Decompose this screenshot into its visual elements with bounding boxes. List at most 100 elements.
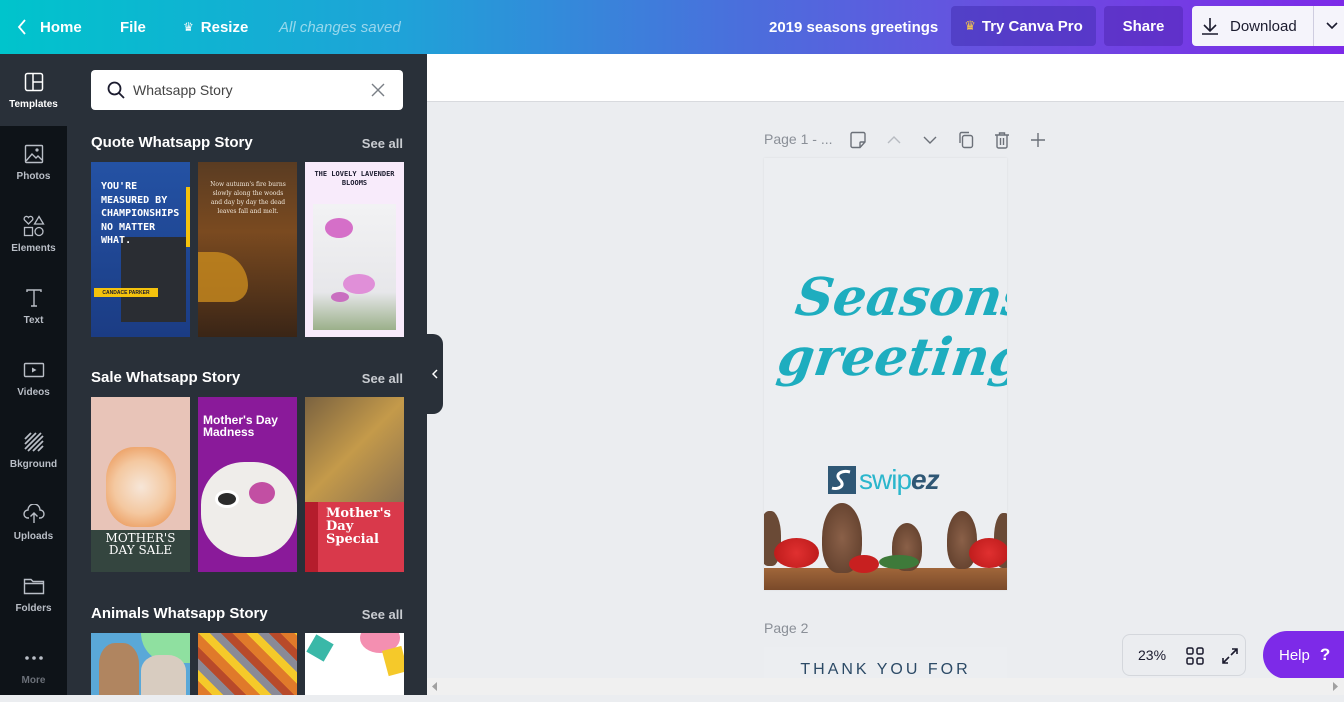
design-page-1[interactable]: Seasons greetings swip ez xyxy=(764,158,1007,590)
rail-item-uploads[interactable]: Uploads xyxy=(0,486,67,558)
add-note-button[interactable] xyxy=(846,128,870,152)
search-input[interactable] xyxy=(133,82,353,98)
thumb-text: MOTHER'S DAY SALE xyxy=(105,531,176,557)
download-divider xyxy=(1313,6,1314,46)
pinecones-image[interactable] xyxy=(764,503,1007,590)
template-thumb-sale-1[interactable]: MOTHER'S DAY SALE xyxy=(91,397,190,572)
save-status: All changes saved xyxy=(279,18,401,36)
more-dots-icon xyxy=(23,647,45,669)
template-thumb-animals-2[interactable] xyxy=(198,633,297,695)
rail-item-videos[interactable]: Videos xyxy=(0,342,67,414)
resize-button[interactable]: ♛ Resize xyxy=(183,0,248,54)
template-thumb-quote-2[interactable]: Now autumn's fire burns slowly along the… xyxy=(198,162,297,337)
rail-label: Photos xyxy=(16,170,51,182)
template-thumb-animals-1[interactable] xyxy=(91,633,190,695)
move-page-up-button[interactable] xyxy=(882,128,906,152)
download-icon xyxy=(1202,18,1218,35)
trash-icon xyxy=(995,132,1009,149)
rail-label: Bkground xyxy=(9,458,58,470)
coffee-cup xyxy=(215,490,239,508)
rail-item-text[interactable]: Text xyxy=(0,270,67,342)
rail-item-photos[interactable]: Photos xyxy=(0,126,67,198)
document-title[interactable]: 2019 seasons greetings xyxy=(769,0,938,54)
upload-cloud-icon xyxy=(22,503,45,525)
download-options-button[interactable] xyxy=(1320,6,1344,46)
thumb-band-edge xyxy=(305,502,318,572)
thumb-plate xyxy=(201,462,297,557)
template-thumb-quote-1[interactable]: YOU'RE MEASURED BY CHAMPIONSHIPS NO MATT… xyxy=(91,162,190,337)
template-thumb-sale-2[interactable]: Mother's Day Madness xyxy=(198,397,297,572)
file-menu[interactable]: File xyxy=(120,0,146,54)
rail-item-templates[interactable]: Templates xyxy=(0,54,67,126)
template-thumb-quote-3[interactable]: THE LOVELY LAVENDER BLOOMS xyxy=(305,162,404,337)
search-box[interactable] xyxy=(91,70,403,110)
shapes-icon xyxy=(23,214,45,237)
headline-seasons[interactable]: Seasons xyxy=(792,267,1007,328)
background-icon xyxy=(23,431,45,453)
rail-item-elements[interactable]: Elements xyxy=(0,198,67,270)
thumb-text: Mother's Day Madness xyxy=(203,413,278,439)
berries xyxy=(849,555,879,573)
move-page-down-button[interactable] xyxy=(918,128,942,152)
templates-icon xyxy=(23,71,45,93)
thumb-photo xyxy=(121,237,186,322)
thumb-sub: CANDACE PARKER xyxy=(94,288,158,297)
delete-page-button[interactable] xyxy=(990,128,1014,152)
plus-icon xyxy=(1031,133,1045,147)
question-icon: ? xyxy=(1319,645,1331,664)
scroll-left-arrow-icon[interactable] xyxy=(432,682,438,691)
thumb-cat xyxy=(381,645,404,677)
see-all-link[interactable]: See all xyxy=(362,371,403,386)
help-button[interactable]: Help ? xyxy=(1263,631,1344,679)
thumb-flower-photo xyxy=(313,204,396,330)
clear-search-icon[interactable] xyxy=(371,83,385,97)
thumb-text: THE LOVELY LAVENDER BLOOMS xyxy=(314,170,395,187)
headline-greetings[interactable]: greetings xyxy=(774,327,1007,388)
share-button[interactable]: Share xyxy=(1104,6,1183,46)
top-bar: Home File ♛ Resize All changes saved 201… xyxy=(0,0,1344,54)
rail-item-folders[interactable]: Folders xyxy=(0,558,67,630)
rail-item-background[interactable]: Bkground xyxy=(0,414,67,486)
see-all-link[interactable]: See all xyxy=(362,136,403,151)
thumb-cat xyxy=(306,634,334,662)
note-icon xyxy=(850,131,866,149)
flower xyxy=(325,218,353,238)
home-label: Home xyxy=(40,18,82,36)
thumb-dog xyxy=(99,643,139,695)
try-pro-label: Try Canva Pro xyxy=(981,17,1083,35)
try-canva-pro-button[interactable]: ♛ Try Canva Pro xyxy=(951,6,1096,46)
swipez-logo[interactable]: swip ez xyxy=(828,464,940,496)
thumb-text: Mother's Day Special xyxy=(326,506,391,547)
flower xyxy=(331,292,349,302)
side-rail: Templates Photos Elements Text Videos Bk… xyxy=(0,54,67,695)
video-icon xyxy=(23,359,45,381)
page-1-label[interactable]: Page 1 - ... xyxy=(764,131,832,147)
chevron-down-icon xyxy=(923,136,937,144)
chevron-left-icon xyxy=(432,369,438,379)
collapse-panel-button[interactable] xyxy=(427,334,443,414)
section-title: Sale Whatsapp Story xyxy=(91,369,241,386)
add-page-button[interactable] xyxy=(1026,128,1050,152)
page2-text[interactable]: THANK YOU FOR xyxy=(764,661,1007,679)
see-all-link[interactable]: See all xyxy=(362,607,403,622)
template-thumb-sale-3[interactable]: Mother's Day Special xyxy=(305,397,404,572)
crown-icon: ♛ xyxy=(964,18,976,33)
crown-icon: ♛ xyxy=(183,20,194,34)
page-2-label[interactable]: Page 2 xyxy=(764,620,808,636)
photo-icon xyxy=(23,143,45,165)
rail-label: More xyxy=(21,674,46,686)
chevron-down-icon xyxy=(1326,22,1338,30)
grid-view-icon[interactable] xyxy=(1186,647,1204,665)
search-icon xyxy=(107,81,125,99)
fullscreen-icon[interactable] xyxy=(1221,647,1239,665)
horizontal-scrollbar[interactable] xyxy=(427,678,1344,695)
thumb-accent xyxy=(186,187,190,247)
duplicate-page-button[interactable] xyxy=(954,128,978,152)
thumb-jewelry-photo xyxy=(305,397,404,502)
zoom-level[interactable]: 23% xyxy=(1138,647,1166,663)
thumb-leaf xyxy=(198,252,248,302)
scroll-right-arrow-icon[interactable] xyxy=(1333,682,1339,691)
rail-item-more[interactable]: More xyxy=(0,630,67,702)
home-button[interactable]: Home xyxy=(16,0,82,54)
template-thumb-animals-3[interactable] xyxy=(305,633,404,695)
